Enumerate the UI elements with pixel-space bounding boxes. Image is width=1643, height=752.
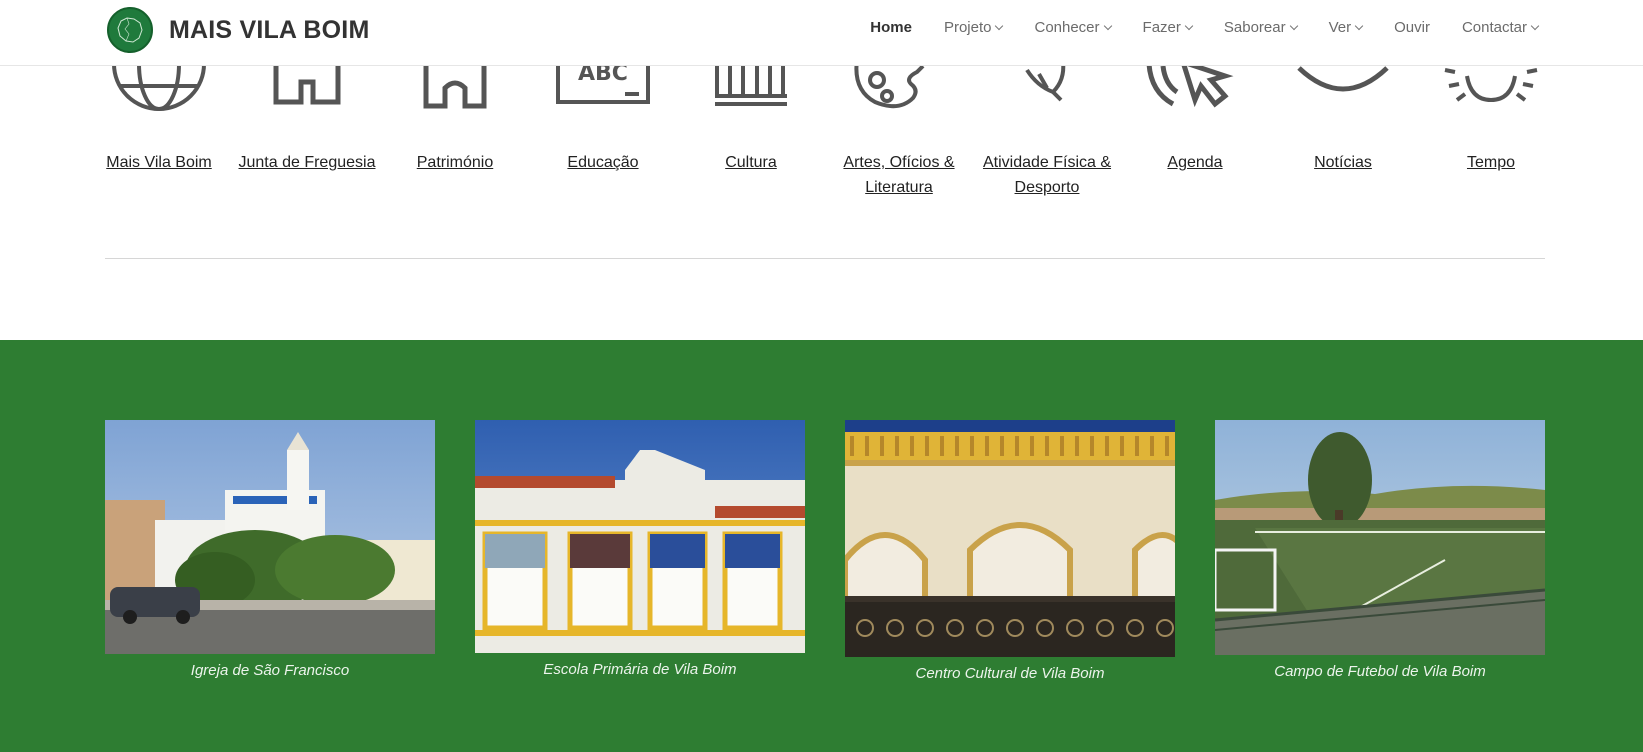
category-label: Mais Vila Boim: [106, 154, 212, 171]
section-divider: [105, 258, 1545, 259]
chevron-down-icon: [1289, 21, 1298, 30]
category-label: Artes, Ofícios & Literatura: [843, 154, 955, 196]
gallery-caption: Campo de Futebol de Vila Boim: [1274, 663, 1486, 680]
nav-fazer[interactable]: Fazer: [1142, 19, 1194, 36]
church-photo: [105, 420, 435, 654]
nav-projeto[interactable]: Projeto: [943, 19, 1004, 36]
chevron-down-icon: [995, 21, 1004, 30]
gallery-caption: Igreja de São Francisco: [190, 662, 350, 679]
chevron-down-icon: [1184, 21, 1194, 30]
nav-ver[interactable]: Ver: [1328, 19, 1364, 36]
category-label: Agenda: [1167, 154, 1223, 171]
nav-label: Ouvir: [1394, 19, 1430, 36]
nav-label: Projeto: [943, 19, 992, 36]
nav-label: Saborear: [1223, 19, 1286, 36]
gallery-caption: Centro Cultural de Vila Boim: [915, 665, 1105, 682]
nav-contactar[interactable]: Contactar: [1461, 19, 1540, 36]
nav-label: Contactar: [1461, 19, 1527, 36]
nav-saborear[interactable]: Saborear: [1223, 19, 1298, 36]
nav-label: Conhecer: [1034, 19, 1100, 36]
gallery-section: Igreja de São Francisco Escola Primária …: [0, 340, 1643, 752]
gallery-caption: Escola Primária de Vila Boim: [543, 661, 737, 678]
category-label: Tempo: [1466, 154, 1516, 171]
category-label: Atividade Física & Desporto: [982, 154, 1112, 196]
chevron-down-icon: [1103, 21, 1112, 30]
category-label: Notícias: [1314, 154, 1372, 171]
site-title: MAIS VILA BOIM: [169, 15, 370, 44]
logo-link[interactable]: MAIS VILA BOIM: [107, 7, 369, 53]
balcony-photo: [845, 420, 1175, 657]
category-label: Cultura: [725, 154, 777, 171]
category-label: Junta de Freguesia: [238, 154, 376, 171]
category-label: Educação: [567, 154, 639, 171]
nav-home[interactable]: Home: [870, 19, 912, 36]
nav-label: Home: [870, 19, 912, 36]
chevron-down-icon: [1354, 21, 1364, 30]
chevron-down-icon: [1530, 21, 1540, 30]
nav-ouvir[interactable]: Ouvir: [1394, 19, 1430, 36]
map-logo-icon: [107, 7, 153, 53]
nav-label: Ver: [1328, 19, 1352, 36]
site-header: MAIS VILA BOIM Home Projeto Conhecer Faz…: [0, 0, 1643, 66]
main-nav: Home Projeto Conhecer Fazer Saborear Ver…: [838, 19, 1540, 36]
nav-label: Fazer: [1142, 19, 1181, 36]
category-label: Património: [416, 154, 494, 171]
nav-conhecer[interactable]: Conhecer: [1034, 19, 1112, 36]
school-photo: [475, 420, 805, 653]
football-field-photo: [1215, 420, 1545, 655]
